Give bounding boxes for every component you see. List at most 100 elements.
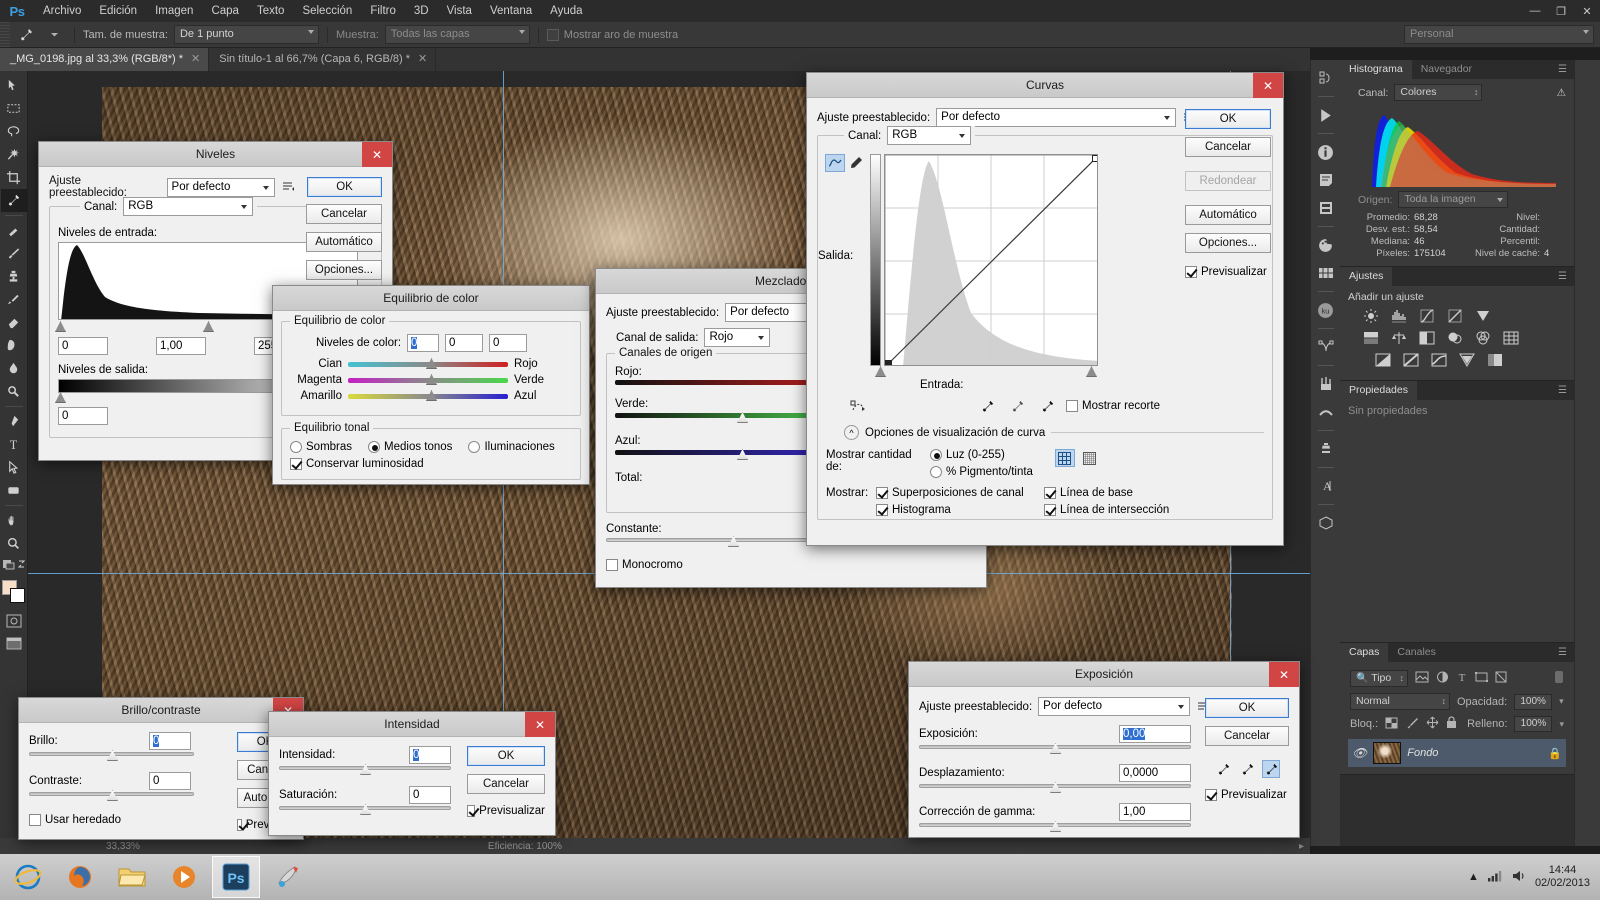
magenta-verde-slider[interactable] [348, 374, 508, 386]
checkbox-conservar-luminosidad[interactable]: Conservar luminosidad [290, 458, 572, 470]
exposicion-slider[interactable] [919, 743, 1191, 757]
saturacion-value-field[interactable]: 0 [409, 786, 451, 804]
niveles-input-shadow-field[interactable]: 0 [58, 337, 108, 355]
intensidad-cancel-button[interactable]: Cancelar [467, 774, 545, 794]
shape-filter-icon[interactable] [1475, 671, 1488, 686]
niveles-cancel-button[interactable]: Cancelar [306, 204, 382, 224]
pencil-tool-icon[interactable] [847, 154, 865, 172]
panel-menu-icon[interactable]: ☰ [1551, 267, 1574, 286]
black-point-eyedropper-icon[interactable] [1214, 760, 1232, 778]
zoom-icon[interactable] [1, 532, 27, 555]
close-icon[interactable]: ✕ [418, 48, 427, 71]
amarillo-azul-slider[interactable] [348, 390, 508, 402]
taskbar-clock[interactable]: 14:44 02/02/2013 [1535, 864, 1590, 890]
screen-mode-icon[interactable] [1, 632, 27, 655]
intensidad-ok-button[interactable]: OK [467, 746, 545, 766]
brillo-value-field[interactable]: 0 [149, 732, 191, 750]
status-expand-icon[interactable]: ▸ [1299, 841, 1304, 852]
gradient-map-icon[interactable] [1456, 351, 1478, 369]
pixel-filter-icon[interactable] [1415, 671, 1429, 686]
tool-preset-chevron-icon[interactable] [42, 25, 66, 45]
minimize-button[interactable]: — [1522, 0, 1548, 22]
curvas-options-button[interactable]: Opciones... [1185, 233, 1271, 253]
white-point-eyedropper-icon[interactable] [1038, 397, 1056, 415]
menu-item-3d[interactable]: 3D [405, 0, 438, 22]
clone-source-icon[interactable] [1312, 435, 1340, 463]
hue-saturation-icon[interactable] [1360, 329, 1382, 347]
threshold-icon[interactable] [1428, 351, 1450, 369]
cian-rojo-slider[interactable] [348, 358, 508, 370]
menu-item-edicion[interactable]: Edición [90, 0, 146, 22]
panel-menu-icon[interactable]: ☰ [1551, 60, 1574, 79]
black-white-icon[interactable] [1416, 329, 1438, 347]
character-icon[interactable]: A [1312, 472, 1340, 500]
gray-point-eyedropper-icon[interactable] [1008, 397, 1026, 415]
layer-row-fondo[interactable]: 👁 Fondo 🔒 [1348, 739, 1566, 767]
brush-presets-icon[interactable] [1312, 398, 1340, 426]
quick-mask-icon[interactable] [1, 555, 27, 573]
menu-item-ayuda[interactable]: Ayuda [541, 0, 591, 22]
niveles-input-midtone-field[interactable]: 1,00 [156, 337, 206, 355]
close-icon[interactable]: ✕ [1269, 662, 1299, 687]
fill-value[interactable]: 100% [1514, 716, 1553, 732]
media-player-icon[interactable] [160, 856, 208, 898]
niveles-auto-button[interactable]: Automático [306, 232, 382, 252]
checkbox-superposiciones-canal[interactable]: Superposiciones de canal [876, 487, 1044, 499]
equilibrio-level-2[interactable]: 0 [445, 334, 484, 352]
path-selection-icon[interactable] [1, 456, 27, 479]
tab-ajustes[interactable]: Ajustes [1340, 267, 1393, 286]
close-icon[interactable]: ✕ [525, 712, 555, 737]
network-icon[interactable] [1487, 869, 1503, 885]
swatches-icon[interactable] [1312, 259, 1340, 287]
tab-canales[interactable]: Canales [1388, 643, 1445, 662]
curvas-white-point-slider[interactable] [1086, 366, 1097, 377]
curvas-cancel-button[interactable]: Cancelar [1185, 137, 1271, 157]
niveles-channel-select[interactable]: RGB [123, 197, 254, 216]
color-lookup-icon[interactable] [1500, 329, 1522, 347]
posterize-icon[interactable] [1400, 351, 1422, 369]
curves-icon[interactable] [1416, 307, 1438, 325]
rectangle-icon[interactable] [1, 479, 27, 502]
panel-menu-icon[interactable]: ☰ [1551, 381, 1574, 400]
tab-propiedades[interactable]: Propiedades [1340, 381, 1417, 400]
saturacion-slider[interactable] [279, 804, 451, 818]
output-shadow-slider[interactable] [55, 392, 66, 403]
close-icon[interactable]: ✕ [1253, 73, 1283, 98]
color-swatches[interactable] [1, 579, 27, 605]
histogram-channel-select[interactable]: Colores [1394, 84, 1483, 101]
menu-item-filtro[interactable]: Filtro [361, 0, 405, 22]
exposure-icon[interactable] [1444, 307, 1466, 325]
radio-sombras[interactable]: Sombras [290, 441, 352, 453]
history-brush-icon[interactable] [1, 288, 27, 311]
gray-point-eyedropper-icon[interactable] [1238, 760, 1256, 778]
menu-item-seleccion[interactable]: Selección [293, 0, 361, 22]
document-tab-mg0198[interactable]: _MG_0198.jpg al 33,3% (RGB/8*) * ✕ [0, 48, 210, 71]
marquee-icon[interactable] [1, 97, 27, 120]
dialog-exposicion-titlebar[interactable]: Exposición ✕ [909, 662, 1299, 687]
menu-item-ventana[interactable]: Ventana [481, 0, 541, 22]
lock-transparency-icon[interactable] [1385, 717, 1398, 732]
checkbox-monocromo[interactable]: Monocromo [606, 559, 683, 571]
dodge-icon[interactable] [1, 380, 27, 403]
chevron-down-icon[interactable]: ▾ [1559, 696, 1564, 707]
mini-bridge-icon[interactable] [1312, 64, 1340, 92]
exposicion-cancel-button[interactable]: Cancelar [1205, 726, 1289, 746]
sample-select[interactable]: Todas las capas [384, 25, 530, 44]
exposicion-ok-button[interactable]: OK [1205, 698, 1289, 718]
curvas-preview-checkbox[interactable]: Previsualizar [1185, 266, 1271, 278]
close-icon[interactable]: ✕ [362, 142, 392, 167]
photo-filter-icon[interactable] [1444, 329, 1466, 347]
curvas-preset-select[interactable]: Por defecto [936, 108, 1177, 127]
document-tab-sin-titulo[interactable]: Sin título-1 al 66,7% (Capa 6, RGB/8) * … [209, 48, 437, 71]
lock-icon[interactable]: 🔒 [1548, 747, 1562, 760]
pen-icon[interactable] [1, 410, 27, 433]
collapse-chevron-icon[interactable]: ^ [844, 425, 859, 440]
mezclador-output-select[interactable]: Rojo [704, 328, 771, 347]
dialog-niveles-titlebar[interactable]: Niveles ✕ [39, 142, 392, 167]
tab-navegador[interactable]: Navegador [1412, 60, 1481, 79]
levels-icon[interactable] [1388, 307, 1410, 325]
invert-icon[interactable] [1372, 351, 1394, 369]
dialog-intensidad-titlebar[interactable]: Intensidad ✕ [269, 712, 555, 737]
3d-icon[interactable] [1312, 509, 1340, 537]
move-icon[interactable] [1, 74, 27, 97]
